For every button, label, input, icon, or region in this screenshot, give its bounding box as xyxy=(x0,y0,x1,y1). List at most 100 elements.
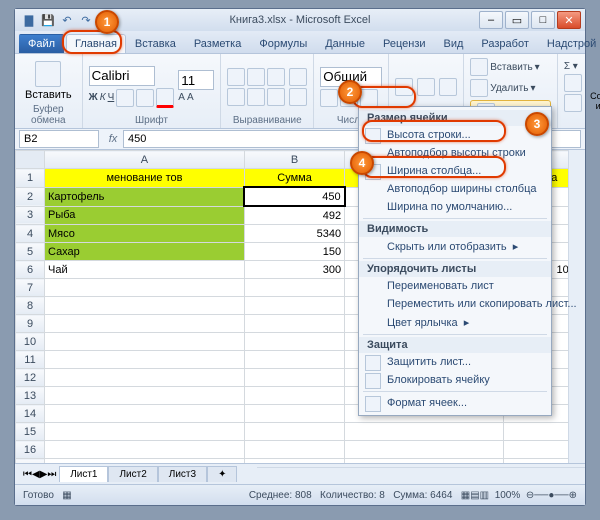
restore-button[interactable]: ▭ xyxy=(505,11,529,29)
view-break-icon[interactable]: ▥ xyxy=(480,490,489,501)
font-name-input[interactable] xyxy=(89,66,155,86)
sheet-tab-2[interactable]: Лист2 xyxy=(108,466,157,482)
clear-icon[interactable] xyxy=(564,94,582,112)
sheet-nav-prev[interactable]: ◀ xyxy=(32,469,40,480)
underline-button[interactable]: Ч xyxy=(108,92,115,103)
grow-font-icon[interactable]: A xyxy=(178,92,185,103)
row-header[interactable]: 7 xyxy=(16,279,45,297)
maximize-button[interactable]: □ xyxy=(531,11,555,29)
cell-style-icon[interactable] xyxy=(439,78,457,96)
row-header[interactable]: 16 xyxy=(16,441,45,459)
menu-move-copy[interactable]: Переместить или скопировать лист... xyxy=(359,295,551,313)
align-bot-icon[interactable] xyxy=(267,68,285,86)
tab-insert[interactable]: Вставка xyxy=(126,34,185,53)
bold-button[interactable]: Ж xyxy=(89,92,98,103)
row-header[interactable]: 4 xyxy=(16,225,45,243)
cell[interactable]: Сумма xyxy=(244,169,344,188)
cell[interactable]: 492 xyxy=(244,206,344,225)
row-header[interactable]: 12 xyxy=(16,369,45,387)
row-header[interactable]: 9 xyxy=(16,315,45,333)
cell[interactable] xyxy=(345,441,504,459)
sheet-tab-1[interactable]: Лист1 xyxy=(59,466,108,482)
cell[interactable] xyxy=(244,459,344,464)
cell[interactable] xyxy=(45,333,245,351)
cell[interactable] xyxy=(45,405,245,423)
cell[interactable] xyxy=(244,405,344,423)
row-header[interactable]: 13 xyxy=(16,387,45,405)
menu-autofit-col[interactable]: Автоподбор ширины столбца xyxy=(359,180,551,198)
menu-hide-show[interactable]: Скрыть или отобразить ▸ xyxy=(359,237,551,256)
name-box[interactable]: B2 xyxy=(19,130,99,148)
menu-default-width[interactable]: Ширина по умолчанию... xyxy=(359,198,551,216)
align-right-icon[interactable] xyxy=(267,88,285,106)
align-left-icon[interactable] xyxy=(227,88,245,106)
menu-protect-sheet[interactable]: Защитить лист... xyxy=(359,353,551,371)
align-top-icon[interactable] xyxy=(227,68,245,86)
cell[interactable]: Картофель xyxy=(45,187,245,206)
cell[interactable]: 5340 xyxy=(244,225,344,243)
cell[interactable] xyxy=(244,423,344,441)
row-header[interactable]: 5 xyxy=(16,243,45,261)
paste-button[interactable]: Вставить xyxy=(21,59,76,103)
col-header-a[interactable]: A xyxy=(45,151,245,169)
row-header[interactable]: 17 xyxy=(16,459,45,464)
cell[interactable] xyxy=(45,351,245,369)
row-header[interactable]: 15 xyxy=(16,423,45,441)
cell[interactable] xyxy=(244,279,344,297)
cell[interactable] xyxy=(244,315,344,333)
table-style-icon[interactable] xyxy=(417,78,435,96)
sheet-nav-next[interactable]: ▶ xyxy=(40,469,48,480)
font-size-input[interactable] xyxy=(178,70,214,90)
cell[interactable] xyxy=(244,387,344,405)
row-header[interactable]: 14 xyxy=(16,405,45,423)
cell[interactable] xyxy=(45,423,245,441)
zoom-out-button[interactable]: ⊖ xyxy=(526,490,534,501)
macro-icon[interactable]: ▦ xyxy=(62,490,71,501)
sheet-nav-last[interactable]: ⏭ xyxy=(47,469,56,480)
merge-icon[interactable] xyxy=(289,88,307,106)
cell[interactable] xyxy=(45,369,245,387)
tab-file[interactable]: Файл xyxy=(19,34,64,53)
sort-filter-button[interactable]: Сортировка и фильтр xyxy=(586,61,600,113)
cell[interactable]: 150 xyxy=(244,243,344,261)
sheet-nav-first[interactable]: ⏮ xyxy=(23,469,32,480)
insert-cells-button[interactable]: Вставить xyxy=(490,62,532,73)
minimize-button[interactable]: – xyxy=(479,11,503,29)
align-mid-icon[interactable] xyxy=(247,68,265,86)
cell[interactable] xyxy=(45,279,245,297)
cell[interactable]: менование тов xyxy=(45,169,245,188)
cell[interactable] xyxy=(244,333,344,351)
row-header[interactable]: 2 xyxy=(16,187,45,206)
cell[interactable] xyxy=(244,297,344,315)
cell[interactable] xyxy=(244,441,344,459)
tab-layout[interactable]: Разметка xyxy=(185,34,251,53)
menu-lock-cell[interactable]: Блокировать ячейку xyxy=(359,371,551,389)
row-header[interactable]: 1 xyxy=(16,169,45,188)
new-sheet-button[interactable]: ✦ xyxy=(207,466,237,482)
row-header[interactable]: 8 xyxy=(16,297,45,315)
cell[interactable]: Чай xyxy=(45,261,245,279)
delete-cells-button[interactable]: Удалить xyxy=(490,83,528,94)
wrap-icon[interactable] xyxy=(289,68,307,86)
cell-selected[interactable]: 450 xyxy=(244,187,344,206)
horizontal-scrollbar[interactable] xyxy=(257,467,585,482)
tab-review[interactable]: Рецензи xyxy=(374,34,435,53)
cell[interactable] xyxy=(45,315,245,333)
select-all-corner[interactable] xyxy=(16,151,45,169)
menu-rename-sheet[interactable]: Переименовать лист xyxy=(359,277,551,295)
cell[interactable]: Рыба xyxy=(45,206,245,225)
cell[interactable] xyxy=(45,387,245,405)
zoom-in-button[interactable]: ⊕ xyxy=(569,490,577,501)
row-header[interactable]: 3 xyxy=(16,206,45,225)
border-icon[interactable] xyxy=(116,89,134,107)
cell[interactable] xyxy=(45,459,245,464)
shrink-font-icon[interactable]: A xyxy=(187,92,194,103)
cell[interactable] xyxy=(45,441,245,459)
view-layout-icon[interactable]: ▤ xyxy=(470,490,479,501)
view-normal-icon[interactable]: ▦ xyxy=(461,490,470,501)
cell[interactable] xyxy=(345,459,504,464)
cell[interactable]: Мясо xyxy=(45,225,245,243)
align-center-icon[interactable] xyxy=(247,88,265,106)
menu-format-cells[interactable]: Формат ячеек... xyxy=(359,394,551,412)
row-header[interactable]: 11 xyxy=(16,351,45,369)
